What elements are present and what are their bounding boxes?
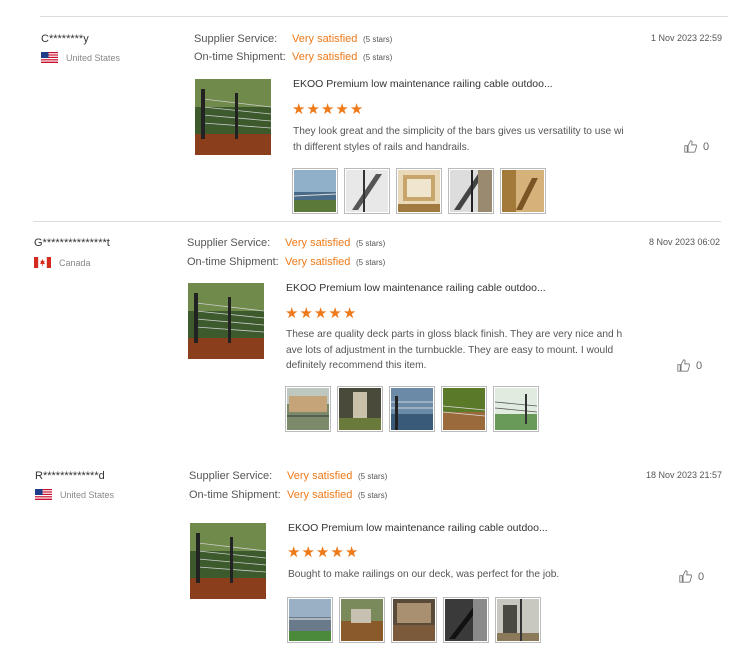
star-rating: ★★★★★ bbox=[285, 306, 357, 321]
review-date: 8 Nov 2023 06:02 bbox=[649, 237, 721, 247]
review-photo[interactable] bbox=[396, 168, 442, 214]
star-icon: ★ bbox=[299, 305, 314, 322]
product-thumbnail[interactable] bbox=[188, 283, 264, 359]
supplier-service-label: Supplier Service: bbox=[187, 237, 271, 249]
review-photo[interactable] bbox=[441, 386, 487, 432]
separator-top bbox=[40, 16, 728, 17]
us-flag-icon bbox=[35, 489, 52, 500]
thumbs-up-icon bbox=[677, 359, 690, 372]
star-icon: ★ bbox=[349, 101, 365, 118]
shipment-label: On-time Shipment: bbox=[187, 256, 279, 268]
reviewer-country: United States bbox=[41, 52, 120, 63]
review-photo[interactable] bbox=[500, 168, 546, 214]
supplier-service-stars: (5 stars) bbox=[358, 472, 388, 481]
review-text-line: Bought to make railings on our deck, was… bbox=[288, 569, 560, 580]
shipment-label: On-time Shipment: bbox=[189, 489, 281, 501]
product-title[interactable]: EKOO Premium low maintenance railing cab… bbox=[286, 282, 546, 294]
reviewer-name: G***************t bbox=[34, 237, 110, 249]
supplier-service-value: Very satisfied bbox=[287, 470, 353, 482]
product-thumbnail[interactable] bbox=[190, 523, 266, 599]
star-icon: ★ bbox=[287, 544, 302, 561]
supplier-service-value: Very satisfied bbox=[285, 237, 351, 249]
thumbs-up-icon bbox=[679, 570, 692, 583]
review-photo[interactable] bbox=[448, 168, 494, 214]
shipment-value: Very satisfied bbox=[292, 51, 358, 63]
review-text-line: These are quality deck parts in gloss bl… bbox=[286, 329, 623, 340]
shipment-stars: (5 stars) bbox=[358, 491, 388, 500]
review-photo[interactable] bbox=[391, 597, 437, 643]
shipment-label: On-time Shipment: bbox=[194, 51, 286, 63]
product-title[interactable]: EKOO Premium low maintenance railing cab… bbox=[293, 78, 553, 90]
supplier-service-stars: (5 stars) bbox=[363, 35, 393, 44]
country-label: United States bbox=[60, 489, 115, 500]
review-photo[interactable] bbox=[287, 597, 333, 643]
review-photos bbox=[285, 386, 539, 432]
product-title[interactable]: EKOO Premium low maintenance railing cab… bbox=[288, 522, 548, 534]
star-icon: ★ bbox=[306, 101, 321, 118]
review-text: These are quality deck parts in gloss bl… bbox=[286, 327, 646, 374]
reviewer-name: C********y bbox=[41, 33, 89, 45]
shipment-stars: (5 stars) bbox=[363, 53, 393, 62]
star-icon: ★ bbox=[335, 101, 350, 118]
star-icon: ★ bbox=[330, 544, 345, 561]
star-icon: ★ bbox=[344, 544, 360, 561]
like-button[interactable]: 0 bbox=[679, 570, 704, 583]
like-count: 0 bbox=[698, 570, 705, 583]
review-text-line: ave lots of adjustment in the turnbuckle… bbox=[286, 344, 614, 356]
like-count: 0 bbox=[696, 359, 703, 372]
star-icon: ★ bbox=[328, 305, 343, 322]
shipment-stars: (5 stars) bbox=[356, 258, 386, 267]
review-photo[interactable] bbox=[493, 386, 539, 432]
review-photo[interactable] bbox=[495, 597, 541, 643]
thumbs-up-icon bbox=[684, 140, 697, 153]
reviewer-name: R*************d bbox=[35, 470, 105, 482]
product-thumbnail[interactable] bbox=[195, 79, 271, 155]
supplier-service-stars: (5 stars) bbox=[356, 239, 386, 248]
star-rating: ★★★★★ bbox=[287, 545, 359, 560]
like-button[interactable]: 0 bbox=[677, 359, 702, 372]
star-icon: ★ bbox=[315, 544, 331, 561]
star-icon: ★ bbox=[313, 305, 329, 322]
separator-1 bbox=[33, 221, 721, 222]
supplier-service-label: Supplier Service: bbox=[194, 33, 278, 45]
review-photo[interactable] bbox=[443, 597, 489, 643]
review-text-line: th different styles of rails and handrai… bbox=[293, 141, 470, 153]
star-icon: ★ bbox=[292, 101, 307, 118]
review-photo[interactable] bbox=[344, 168, 390, 214]
like-button[interactable]: 0 bbox=[684, 140, 709, 153]
shipment-value: Very satisfied bbox=[287, 489, 353, 501]
star-icon: ★ bbox=[320, 101, 336, 118]
star-icon: ★ bbox=[301, 544, 316, 561]
star-icon: ★ bbox=[285, 305, 300, 322]
like-count: 0 bbox=[703, 140, 710, 153]
review-photos bbox=[292, 168, 546, 214]
supplier-service-label: Supplier Service: bbox=[189, 470, 273, 482]
shipment-value: Very satisfied bbox=[285, 256, 351, 268]
reviewer-country: United States bbox=[35, 489, 114, 500]
reviewer-country: Canada bbox=[34, 257, 91, 268]
review-text: Bought to make railings on our deck, was… bbox=[288, 567, 648, 583]
review-date: 1 Nov 2023 22:59 bbox=[651, 33, 723, 43]
review-photo[interactable] bbox=[292, 168, 338, 214]
star-icon: ★ bbox=[342, 305, 358, 322]
supplier-service-value: Very satisfied bbox=[292, 33, 358, 45]
star-rating: ★★★★★ bbox=[292, 102, 364, 117]
review-photo[interactable] bbox=[337, 386, 383, 432]
review-text: They look great and the simplicity of th… bbox=[293, 124, 653, 155]
review-text-line: They look great and the simplicity of th… bbox=[293, 126, 624, 137]
review-photo[interactable] bbox=[339, 597, 385, 643]
review-date: 18 Nov 2023 21:57 bbox=[646, 470, 723, 480]
ca-flag-icon bbox=[34, 257, 51, 268]
review-photo[interactable] bbox=[389, 386, 435, 432]
country-label: United States bbox=[66, 52, 121, 63]
review-photos bbox=[287, 597, 541, 643]
review-text-line: definitely recommend this item. bbox=[286, 360, 427, 371]
review-photo[interactable] bbox=[285, 386, 331, 432]
country-label: Canada bbox=[59, 257, 91, 268]
us-flag-icon bbox=[41, 52, 58, 63]
